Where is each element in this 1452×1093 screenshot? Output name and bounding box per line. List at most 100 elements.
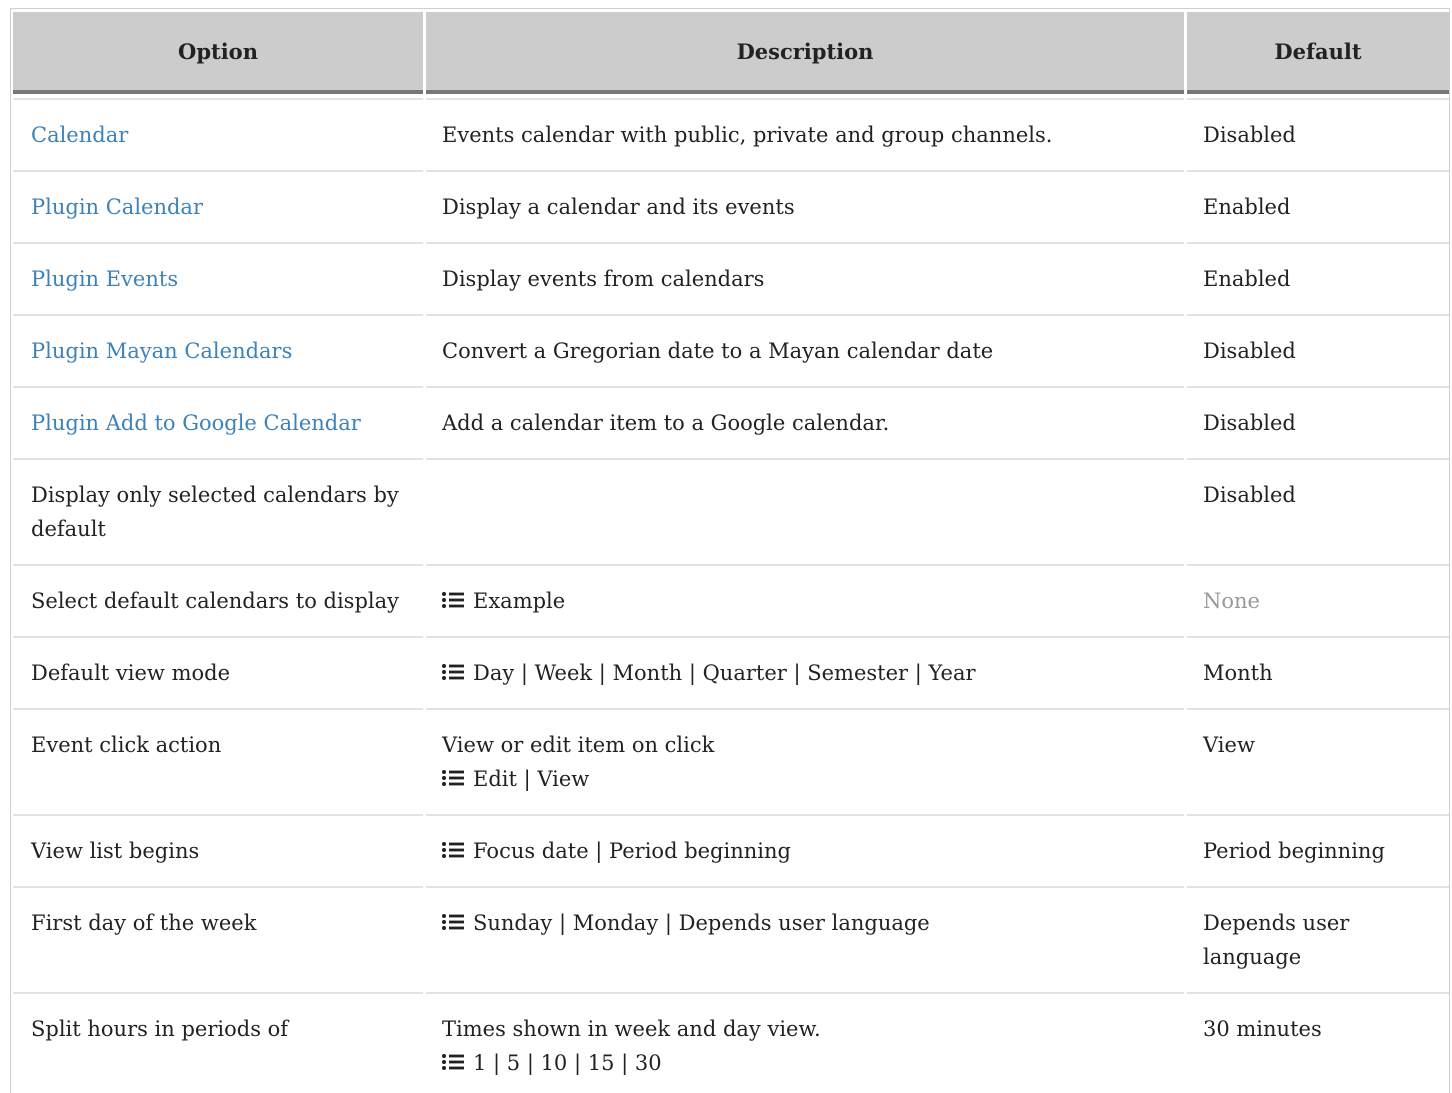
default-value: Month [1203, 661, 1273, 685]
option-label: Select default calendars to display [31, 589, 399, 613]
list-icon [442, 842, 464, 858]
default-value: Depends user language [1203, 911, 1350, 969]
option-label: Split hours in periods of [31, 1017, 289, 1041]
allowed-values-text: Sunday | Monday | Depends user language [473, 911, 930, 935]
description-cell [426, 460, 1184, 566]
default-cell: Disabled [1187, 100, 1449, 172]
allowed-values: Edit | View [442, 762, 1166, 796]
header-description: Description [426, 9, 1184, 94]
option-link[interactable]: Plugin Events [31, 267, 178, 291]
description-cell: View or edit item on click Edit | View [426, 710, 1184, 816]
allowed-values-text: Edit | View [473, 767, 590, 791]
table-row: View list begins Focus date | Period begi… [13, 816, 1449, 888]
allowed-values-text: Focus date | Period beginning [473, 839, 791, 863]
header-default: Default [1187, 9, 1449, 94]
option-cell: Plugin Calendar [13, 172, 423, 244]
option-cell: Plugin Add to Google Calendar [13, 388, 423, 460]
option-link[interactable]: Plugin Calendar [31, 195, 203, 219]
option-cell: Plugin Events [13, 244, 423, 316]
description-cell: Convert a Gregorian date to a Mayan cale… [426, 316, 1184, 388]
default-value: Disabled [1203, 123, 1296, 147]
description-cell: Display a calendar and its events [426, 172, 1184, 244]
description-cell: Events calendar with public, private and… [426, 100, 1184, 172]
default-cell: Enabled [1187, 172, 1449, 244]
table-row: Plugin Calendar Display a calendar and it… [13, 172, 1449, 244]
default-cell: Enabled [1187, 244, 1449, 316]
option-link[interactable]: Plugin Add to Google Calendar [31, 411, 361, 435]
list-icon [442, 1054, 464, 1070]
option-cell: Event click action [13, 710, 423, 816]
option-label: First day of the week [31, 911, 257, 935]
allowed-values: Focus date | Period beginning [442, 834, 1166, 868]
table-row: Default view mode Day | Week | Month | Qu… [13, 638, 1449, 710]
description-cell: Add a calendar item to a Google calendar… [426, 388, 1184, 460]
default-cell: Disabled [1187, 460, 1449, 566]
table-row: Plugin Add to Google Calendar Add a calen… [13, 388, 1449, 460]
option-cell: Display only selected calendars by defau… [13, 460, 423, 566]
description-text: View or edit item on click [442, 733, 715, 757]
default-cell: View [1187, 710, 1449, 816]
allowed-values: Sunday | Monday | Depends user language [442, 906, 1166, 940]
table-row: Select default calendars to display Examp… [13, 566, 1449, 638]
description-cell: Day | Week | Month | Quarter | Semester … [426, 638, 1184, 710]
default-value: View [1203, 733, 1255, 757]
option-cell: Select default calendars to display [13, 566, 423, 638]
option-label: Event click action [31, 733, 222, 757]
description-cell: Display events from calendars [426, 244, 1184, 316]
option-cell: Calendar [13, 100, 423, 172]
list-icon [442, 664, 464, 680]
table-row: First day of the week Sunday | Monday | D… [13, 888, 1449, 994]
option-label: Default view mode [31, 661, 230, 685]
description-text: Display events from calendars [442, 267, 765, 291]
default-value: 30 minutes [1203, 1017, 1322, 1041]
default-cell: None [1187, 566, 1449, 638]
allowed-values-text: 1 | 5 | 10 | 15 | 30 [473, 1051, 662, 1075]
allowed-values: Day | Week | Month | Quarter | Semester … [442, 656, 1166, 690]
option-cell: Split hours in periods of [13, 994, 423, 1093]
default-cell: Month [1187, 638, 1449, 710]
default-cell: Period beginning [1187, 816, 1449, 888]
default-cell: Disabled [1187, 316, 1449, 388]
table-row: Split hours in periods of Times shown in … [13, 994, 1449, 1093]
option-cell: View list begins [13, 816, 423, 888]
table-header-row: Option Description Default [13, 9, 1449, 94]
list-icon [442, 770, 464, 786]
header-option: Option [13, 9, 423, 94]
allowed-values-text: Example [473, 589, 566, 613]
default-value: Disabled [1203, 483, 1296, 507]
description-text: Events calendar with public, private and… [442, 123, 1053, 147]
default-value: Period beginning [1203, 839, 1385, 863]
option-cell: Plugin Mayan Calendars [13, 316, 423, 388]
preferences-table-container: Option Description Default Calendar Event… [10, 8, 1450, 1093]
default-cell: 30 minutes [1187, 994, 1449, 1093]
description-cell: Sunday | Monday | Depends user language [426, 888, 1184, 994]
option-cell: First day of the week [13, 888, 423, 994]
option-label: Display only selected calendars by defau… [31, 483, 399, 541]
table-row: Plugin Mayan Calendars Convert a Gregoria… [13, 316, 1449, 388]
description-cell: Example [426, 566, 1184, 638]
description-cell: Times shown in week and day view. 1 | 5 |… [426, 994, 1184, 1093]
default-value: Disabled [1203, 411, 1296, 435]
allowed-values-text: Day | Week | Month | Quarter | Semester … [473, 661, 976, 685]
default-value: Disabled [1203, 339, 1296, 363]
allowed-values: Example [442, 584, 1166, 618]
table-row: Display only selected calendars by defau… [13, 460, 1449, 566]
default-value: Enabled [1203, 267, 1291, 291]
table-row: Event click action View or edit item on c… [13, 710, 1449, 816]
list-icon [442, 592, 464, 608]
option-label: View list begins [31, 839, 200, 863]
default-value: Enabled [1203, 195, 1291, 219]
option-cell: Default view mode [13, 638, 423, 710]
preferences-table: Option Description Default Calendar Event… [11, 9, 1449, 1093]
default-value: None [1203, 589, 1260, 613]
default-cell: Depends user language [1187, 888, 1449, 994]
table-body: Calendar Events calendar with public, pri… [13, 94, 1449, 1093]
default-cell: Disabled [1187, 388, 1449, 460]
option-link[interactable]: Plugin Mayan Calendars [31, 339, 292, 363]
allowed-values: 1 | 5 | 10 | 15 | 30 [442, 1046, 1166, 1080]
table-row: Calendar Events calendar with public, pri… [13, 100, 1449, 172]
description-text: Times shown in week and day view. [442, 1017, 821, 1041]
description-text: Add a calendar item to a Google calendar… [442, 411, 890, 435]
option-link[interactable]: Calendar [31, 123, 128, 147]
description-text: Convert a Gregorian date to a Mayan cale… [442, 339, 994, 363]
